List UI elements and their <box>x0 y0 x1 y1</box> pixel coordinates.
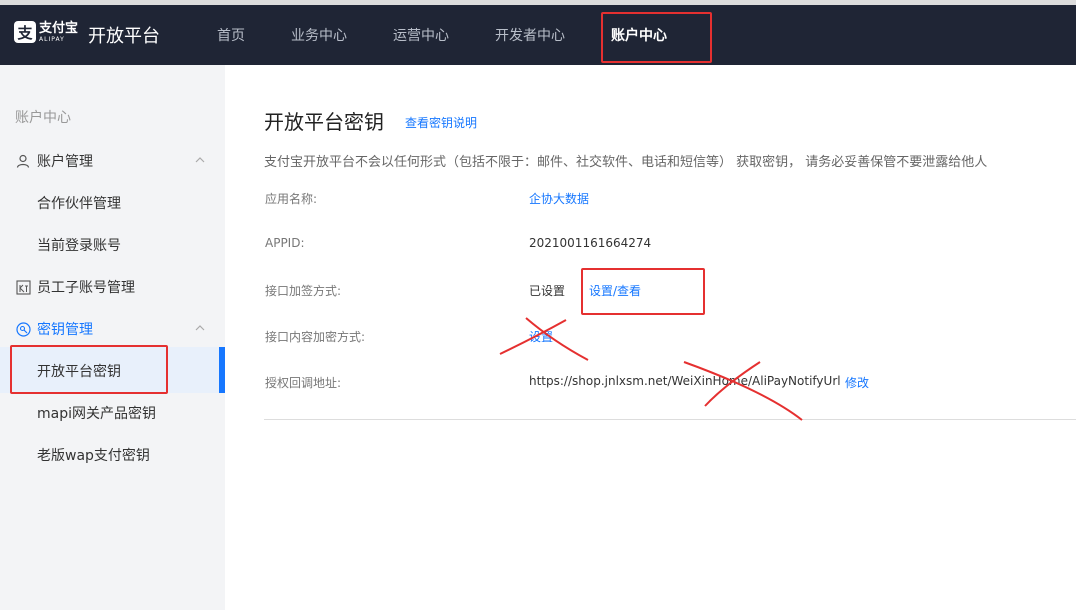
sidebar-item-partner[interactable]: 合作伙伴管理 <box>37 193 121 213</box>
encrypt-method-label: 接口内容加密方式: <box>265 330 366 344</box>
nav-home[interactable]: 首页 <box>217 25 245 45</box>
alipay-icon: 支 <box>14 21 36 43</box>
sidebar: 账户中心 账户管理 合作伙伴管理 当前登录账号 员工子账号管理 密钥管理 开放平… <box>0 65 225 610</box>
sidebar-group-account-label: 账户管理 <box>37 154 93 170</box>
platform-title: 开放平台 <box>88 26 160 47</box>
callback-url-edit-link[interactable]: 修改 <box>845 374 869 391</box>
nav-developer-center[interactable]: 开发者中心 <box>495 25 565 45</box>
appid-value: 2021001161664274 <box>529 236 652 250</box>
employee-icon <box>15 279 31 295</box>
sidebar-group-employee[interactable]: 员工子账号管理 <box>15 277 135 297</box>
security-notice: 支付宝开放平台不会以任何形式（包括不限于：邮件、社交软件、电话和短信等） 获取密… <box>264 155 988 170</box>
sidebar-active-indicator <box>219 347 225 393</box>
chevron-up-icon[interactable] <box>195 155 205 165</box>
sidebar-group-keys[interactable]: 密钥管理 <box>15 319 93 339</box>
sidebar-section-title: 账户中心 <box>15 110 71 126</box>
sidebar-group-keys-label: 密钥管理 <box>37 322 93 338</box>
annotation-box-account-center <box>601 12 712 63</box>
callback-url-label: 授权回调地址: <box>265 376 342 390</box>
nav-operation-center[interactable]: 运营中心 <box>393 25 449 45</box>
page-title: 开放平台密钥 <box>264 110 384 134</box>
nav-business-center[interactable]: 业务中心 <box>291 25 347 45</box>
key-icon <box>15 321 31 337</box>
sidebar-item-wap-key[interactable]: 老版wap支付密钥 <box>37 445 150 465</box>
logo-cn-text: 支付宝 <box>39 20 79 36</box>
sidebar-item-current-login[interactable]: 当前登录账号 <box>37 235 121 255</box>
app-name-label: 应用名称: <box>265 192 318 206</box>
section-divider <box>264 419 1076 420</box>
logo-en-text: ALIPAY <box>39 35 65 43</box>
appid-label: APPID: <box>265 236 305 250</box>
sign-method-status: 已设置 <box>529 284 566 298</box>
app-name-link[interactable]: 企协大数据 <box>529 190 589 207</box>
sidebar-item-mapi-key[interactable]: mapi网关产品密钥 <box>37 403 156 423</box>
alipay-logo[interactable]: 支 支付宝 ALIPAY <box>14 21 78 43</box>
callback-url-value: https://shop.jnlxsm.net/WeiXinHome/AliPa… <box>529 374 841 388</box>
chevron-up-icon[interactable] <box>195 323 205 333</box>
encrypt-method-setup-link[interactable]: 设置 <box>529 328 553 345</box>
annotation-box-sign-setup <box>581 268 705 315</box>
sign-method-label: 接口加签方式: <box>265 284 342 298</box>
annotation-box-open-platform-key <box>10 345 168 394</box>
sidebar-group-employee-label: 员工子账号管理 <box>37 280 135 296</box>
view-key-docs-link[interactable]: 查看密钥说明 <box>405 114 477 131</box>
top-header: 支 支付宝 ALIPAY 开放平台 首页 业务中心 运营中心 开发者中心 账户中… <box>0 5 1076 65</box>
sidebar-group-account[interactable]: 账户管理 <box>15 151 93 171</box>
user-icon <box>15 153 31 169</box>
